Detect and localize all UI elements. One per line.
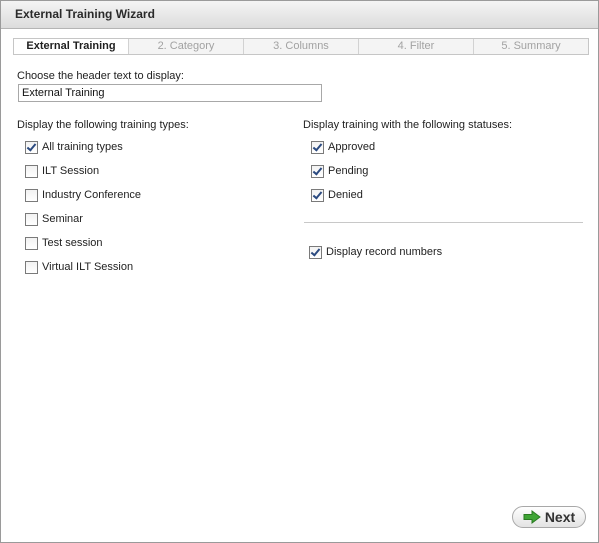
section-divider [304,222,583,223]
display-record-numbers-checkbox[interactable] [309,245,322,259]
status-denied[interactable]: Denied [311,187,363,203]
type-virtual-ilt-session-label: Virtual ILT Session [42,261,134,273]
type-industry-conference-checkbox[interactable] [25,188,38,202]
type-seminar[interactable]: Seminar [25,211,83,227]
type-all-training-types[interactable]: All training types [25,139,123,155]
type-test-session[interactable]: Test session [25,235,103,251]
header-text-input[interactable] [18,84,322,102]
header-text-label: Choose the header text to display: [17,70,184,82]
status-pending[interactable]: Pending [311,163,368,179]
type-test-session-label: Test session [42,237,103,249]
step-summary[interactable]: 5. Summary [473,39,588,54]
type-test-session-checkbox[interactable] [25,236,38,250]
type-all-training-types-label: All training types [42,141,123,153]
training-types-heading: Display the following training types: [17,119,189,131]
wizard-steps: External Training 2. Category 3. Columns… [13,38,589,55]
type-all-training-types-checkbox[interactable] [25,140,38,154]
step-filter[interactable]: 4. Filter [358,39,473,54]
status-approved-checkbox[interactable] [311,140,324,154]
display-record-numbers[interactable]: Display record numbers [309,244,442,260]
step-columns[interactable]: 3. Columns [243,39,358,54]
status-approved-label: Approved [328,141,376,153]
type-seminar-checkbox[interactable] [25,212,38,226]
type-industry-conference[interactable]: Industry Conference [25,187,141,203]
statuses-heading: Display training with the following stat… [303,119,513,131]
type-ilt-session-label: ILT Session [42,165,100,177]
step-external-training[interactable]: External Training [14,39,128,54]
step-category[interactable]: 2. Category [128,39,243,54]
next-button-label: Next [544,509,576,525]
next-button[interactable]: Next [512,506,586,528]
type-seminar-label: Seminar [42,213,83,225]
type-ilt-session[interactable]: ILT Session [25,163,99,179]
window-title: External Training Wizard [15,7,155,21]
wizard-window: External Training Wizard External Traini… [0,0,599,543]
type-virtual-ilt-session-checkbox[interactable] [25,260,38,274]
type-industry-conference-label: Industry Conference [42,189,142,201]
status-pending-checkbox[interactable] [311,164,324,178]
type-virtual-ilt-session[interactable]: Virtual ILT Session [25,259,133,275]
type-ilt-session-checkbox[interactable] [25,164,38,178]
status-approved[interactable]: Approved [311,139,375,155]
status-pending-label: Pending [328,165,369,177]
status-denied-label: Denied [328,189,363,201]
title-bar: External Training Wizard [1,1,598,29]
display-record-numbers-label: Display record numbers [326,246,443,258]
status-denied-checkbox[interactable] [311,188,324,202]
green-right-arrow-icon [523,510,541,524]
